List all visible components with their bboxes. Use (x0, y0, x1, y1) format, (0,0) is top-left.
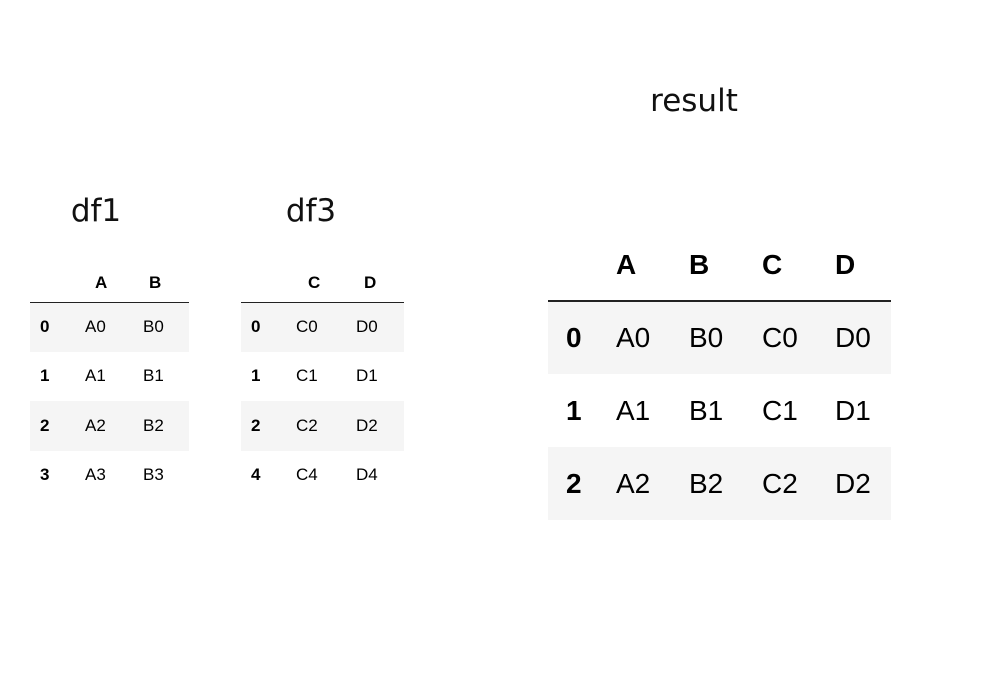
result-row: 0 A0 B0 C0 D0 (548, 301, 891, 374)
df3-row: 4 C4 D4 (241, 450, 404, 500)
df1-cell: B1 (143, 366, 164, 386)
df3-cell: C4 (296, 465, 318, 485)
result-row-index: 0 (566, 322, 582, 353)
df3-title: df3 (285, 193, 337, 229)
df3-row: 1 C1 D1 (241, 351, 404, 401)
result-index-header (548, 229, 616, 301)
df1-row: 3 A3 B3 (30, 450, 189, 500)
df3-row-index: 1 (251, 366, 261, 386)
df3-row-index: 2 (251, 415, 261, 435)
df1-row-index: 1 (40, 366, 50, 386)
result-cell: A0 (616, 322, 651, 353)
result-row: 1 A1 B1 C1 D1 (548, 374, 891, 447)
result-row: 2 A2 B2 C2 D2 (548, 447, 891, 520)
df3-row: 0 C0 D0 (241, 302, 404, 352)
df1-cell: A2 (85, 415, 106, 435)
df1-cell: A1 (85, 366, 106, 386)
result-row-index: 2 (566, 467, 582, 499)
df3-index-header (241, 262, 296, 302)
df1-cell: B3 (143, 465, 164, 485)
df1-column-header: B (149, 272, 162, 292)
result-cell: A1 (616, 394, 651, 426)
df3-cell: D2 (356, 415, 378, 435)
result-cell: B0 (689, 322, 724, 353)
result-column-header: B (689, 248, 710, 280)
df3-header-row: C D (241, 262, 404, 302)
result-cell: D1 (835, 394, 871, 426)
df3-cell: C1 (296, 366, 318, 386)
df1-cell: B2 (143, 415, 164, 435)
df3-table: C D 0 C0 D0 1 C1 D1 2 C2 D2 4 C4 D4 (241, 262, 404, 500)
result-column-header: C (762, 248, 783, 280)
df3-cell: D4 (356, 465, 378, 485)
result-cell: C2 (762, 467, 798, 499)
result-header-row: A B C D (548, 229, 891, 301)
df3-cell: C2 (296, 415, 318, 435)
df3-cell: D0 (356, 317, 378, 336)
df1-column-header: A (95, 272, 108, 292)
df1-row: 2 A2 B2 (30, 401, 189, 451)
df3-row-index: 0 (251, 317, 261, 336)
result-table: A B C D 0 A0 B0 C0 D0 1 A1 B1 C1 D1 2 A2… (548, 229, 891, 520)
df1-cell: A3 (85, 465, 106, 485)
result-title: result (650, 83, 738, 119)
df1-row-index: 0 (40, 317, 50, 336)
result-cell: C0 (762, 322, 798, 353)
result-column-header: D (835, 248, 856, 280)
df1-title: df1 (70, 193, 122, 229)
df3-column-header: C (308, 272, 321, 292)
df1-row-index: 3 (40, 465, 50, 485)
df1-header-row: A B (30, 262, 189, 302)
result-cell: D0 (835, 322, 871, 353)
df1-row: 1 A1 B1 (30, 351, 189, 401)
df1-row-index: 2 (40, 415, 50, 435)
df3-row: 2 C2 D2 (241, 401, 404, 451)
df1-table: A B 0 A0 B0 1 A1 B1 2 A2 B2 3 A3 B3 (30, 262, 189, 500)
df3-cell: C0 (296, 317, 318, 336)
result-cell: B2 (689, 467, 724, 499)
df3-column-header: D (364, 272, 377, 292)
result-column-header: A (616, 248, 637, 280)
result-cell: D2 (835, 467, 871, 499)
df1-cell: B0 (143, 317, 164, 336)
df3-cell: D1 (356, 366, 378, 386)
df1-index-header (30, 262, 85, 302)
result-cell: C1 (762, 394, 798, 426)
df1-cell: A0 (85, 317, 106, 336)
df3-row-index: 4 (251, 465, 261, 485)
result-cell: B1 (689, 394, 724, 426)
result-cell: A2 (616, 467, 651, 499)
result-row-index: 1 (566, 394, 582, 426)
df1-row: 0 A0 B0 (30, 302, 189, 352)
